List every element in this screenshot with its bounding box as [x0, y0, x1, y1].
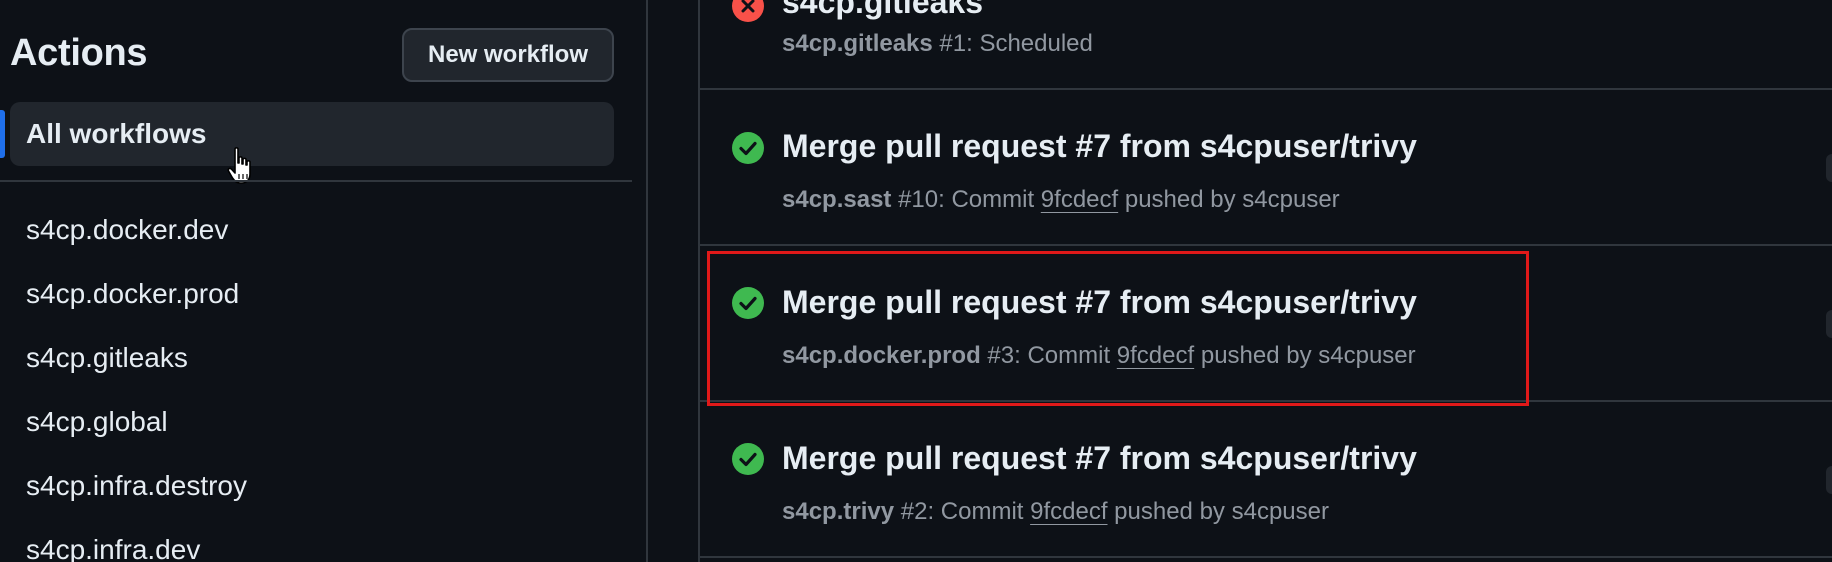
sidebar-item-workflow[interactable]: s4cp.infra.dev — [26, 526, 247, 562]
run-meta: s4cp.gitleaks #1: Scheduled — [782, 30, 1093, 58]
run-workflow-name: s4cp.sast — [782, 186, 892, 213]
sidebar-item-workflow[interactable]: s4cp.docker.prod — [26, 270, 247, 334]
workflow-list: s4cp.docker.dev s4cp.docker.prod s4cp.gi… — [26, 206, 247, 562]
run-number: #1: Scheduled — [932, 30, 1093, 57]
run-number: #2: Commit — [894, 498, 1031, 525]
run-title[interactable]: Merge pull request #7 from s4cpuser/triv… — [782, 440, 1417, 477]
actions-sidebar: Actions New workflow All workflows s4cp.… — [0, 0, 648, 562]
sidebar-item-all-workflows[interactable]: All workflows — [10, 102, 614, 166]
sidebar-item-workflow[interactable]: s4cp.docker.dev — [26, 206, 247, 270]
table-row[interactable]: Merge pull request #7 from s4cpuser/triv… — [700, 246, 1832, 402]
run-number: #3: Commit — [980, 342, 1117, 369]
sidebar-item-workflow[interactable]: s4cp.gitleaks — [26, 334, 247, 398]
run-title[interactable]: Merge pull request #7 from s4cpuser/triv… — [782, 128, 1417, 165]
table-row[interactable]: Merge pull request #7 from s4cpuser/triv… — [700, 90, 1832, 246]
x-circle-fill-icon — [732, 0, 764, 22]
run-meta: s4cp.trivy #2: Commit 9fcdecf pushed by … — [782, 498, 1329, 526]
run-actor: pushed by s4cpuser — [1118, 186, 1340, 213]
check-circle-fill-icon — [732, 287, 764, 319]
run-workflow-name: s4cp.gitleaks — [782, 30, 933, 57]
run-actions-menu-button[interactable] — [1826, 154, 1832, 182]
run-meta: s4cp.sast #10: Commit 9fcdecf pushed by … — [782, 186, 1340, 214]
github-actions-page: Actions New workflow All workflows s4cp.… — [0, 0, 1832, 562]
sidebar-item-workflow[interactable]: s4cp.infra.destroy — [26, 462, 247, 526]
run-actions-menu-button[interactable] — [1826, 310, 1832, 338]
run-actions-menu-button[interactable] — [1826, 466, 1832, 494]
table-row[interactable]: s4cp.gitleaks s4cp.gitleaks #1: Schedule… — [700, 0, 1832, 90]
check-circle-fill-icon — [732, 132, 764, 164]
workflow-runs-list: s4cp.gitleaks s4cp.gitleaks #1: Schedule… — [698, 0, 1832, 562]
run-number: #10: Commit — [891, 186, 1041, 213]
run-workflow-name: s4cp.trivy — [782, 498, 895, 525]
page-title: Actions — [10, 32, 148, 74]
run-actor: pushed by s4cpuser — [1107, 498, 1329, 525]
check-circle-fill-icon — [732, 443, 764, 475]
run-actor: pushed by s4cpuser — [1194, 342, 1416, 369]
run-meta: s4cp.docker.prod #3: Commit 9fcdecf push… — [782, 342, 1416, 370]
run-title[interactable]: Merge pull request #7 from s4cpuser/triv… — [782, 284, 1417, 321]
run-workflow-name: s4cp.docker.prod — [782, 342, 981, 369]
commit-sha-link[interactable]: 9fcdecf — [1117, 342, 1194, 369]
new-workflow-button[interactable]: New workflow — [402, 28, 614, 82]
active-indicator — [0, 110, 5, 158]
commit-sha-link[interactable]: 9fcdecf — [1041, 186, 1118, 213]
sidebar-item-workflow[interactable]: s4cp.global — [26, 398, 247, 462]
run-title[interactable]: s4cp.gitleaks — [782, 0, 983, 21]
sidebar-divider — [0, 180, 632, 182]
table-row[interactable]: Merge pull request #7 from s4cpuser/triv… — [700, 402, 1832, 558]
commit-sha-link[interactable]: 9fcdecf — [1030, 498, 1107, 525]
sidebar-item-label: All workflows — [26, 118, 207, 149]
